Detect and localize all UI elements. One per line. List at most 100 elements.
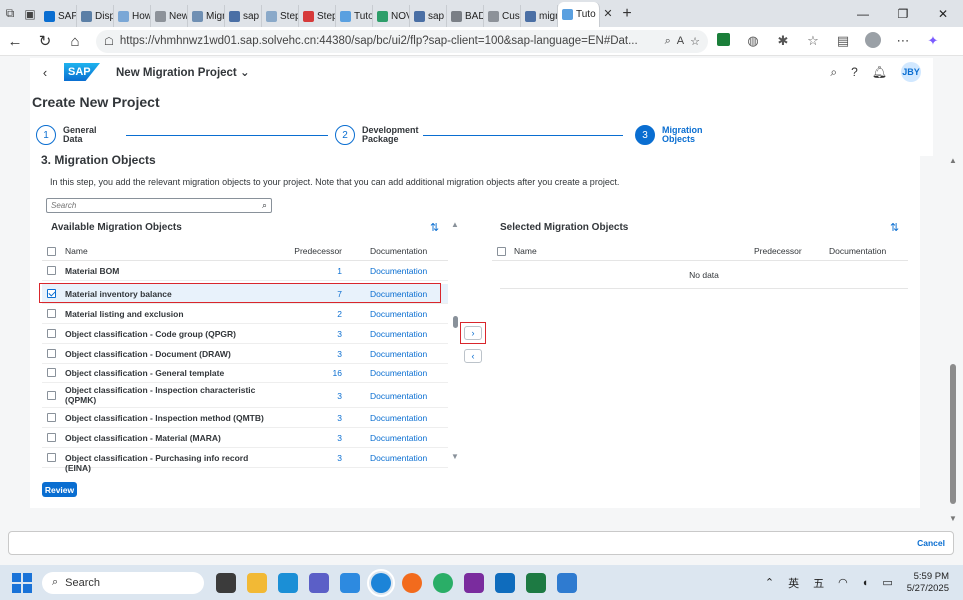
column-documentation[interactable]: Documentation xyxy=(829,246,886,256)
browser-tab[interactable]: BADI xyxy=(447,5,484,27)
read-aloud-icon[interactable]: A xyxy=(677,35,684,47)
column-name[interactable]: Name xyxy=(65,246,88,256)
favorite-star-icon[interactable]: ☆ xyxy=(690,35,700,48)
column-predecessor[interactable]: Predecessor xyxy=(754,246,802,256)
row-predecessor-link[interactable]: 3 xyxy=(337,413,342,423)
search-icon[interactable]: ⌕ xyxy=(262,200,267,211)
select-all-checkbox[interactable] xyxy=(47,247,56,256)
extension-green-icon[interactable] xyxy=(708,33,738,49)
favorites-icon[interactable]: ☆ xyxy=(798,33,828,49)
row-documentation-link[interactable]: Documentation xyxy=(370,266,427,276)
row-checkbox[interactable] xyxy=(47,433,56,442)
table-row[interactable]: Object classification - Document (DRAW) 3… xyxy=(42,344,448,364)
row-predecessor-link[interactable]: 3 xyxy=(337,391,342,401)
table-row[interactable]: Material BOM 1 Documentation xyxy=(42,261,448,281)
table-row[interactable]: Object classification - Material (MARA) 3… xyxy=(42,428,448,448)
ime-language[interactable]: 英 xyxy=(788,575,799,591)
row-predecessor-link[interactable]: 3 xyxy=(337,329,342,339)
help-icon[interactable]: ? xyxy=(851,65,858,79)
table-row[interactable]: Object classification - General template… xyxy=(42,363,448,383)
more-icon[interactable]: ⋯ xyxy=(888,33,918,49)
row-checkbox[interactable] xyxy=(47,329,56,338)
restore-icon[interactable]: ❐ xyxy=(883,7,923,21)
cancel-button[interactable]: Cancel xyxy=(917,538,945,548)
file-explorer-icon[interactable] xyxy=(247,572,267,593)
tray-chevron-up-icon[interactable]: ⌃ xyxy=(765,576,774,589)
wizard-step-general-data[interactable]: 1 General Data xyxy=(36,125,123,145)
scroll-up-icon[interactable]: ▲ xyxy=(949,156,957,165)
profile-icon[interactable] xyxy=(858,31,888,51)
wizard-step-development-package[interactable]: 2 Development Package xyxy=(335,125,422,145)
volume-icon[interactable]: ◖ xyxy=(862,577,869,589)
row-checkbox[interactable] xyxy=(47,413,56,422)
window-close-icon[interactable]: ✕ xyxy=(923,7,963,21)
copilot-icon[interactable]: ✦ xyxy=(918,33,948,49)
table-row[interactable]: Material listing and exclusion 2 Documenta… xyxy=(42,304,448,324)
table-row[interactable]: Object classification - Inspection chara… xyxy=(42,383,448,408)
row-documentation-link[interactable]: Documentation xyxy=(370,391,427,401)
row-documentation-link[interactable]: Documentation xyxy=(370,368,427,378)
url-text[interactable]: https://vhmhnwz1wd01.sap.solvehc.cn:4438… xyxy=(120,35,659,47)
extensions-puzzle-icon[interactable]: ✱ xyxy=(768,33,798,49)
minimize-icon[interactable]: — xyxy=(843,7,883,21)
app-title-menu[interactable]: New Migration Project ⌄ xyxy=(116,65,250,79)
sap-logo[interactable]: SAP xyxy=(64,63,100,81)
excel-app-icon[interactable] xyxy=(526,572,546,593)
table-row[interactable]: Object classification - Purchasing info … xyxy=(42,448,448,473)
review-button[interactable]: Review xyxy=(42,482,77,497)
row-checkbox[interactable] xyxy=(47,368,56,377)
shell-back-icon[interactable]: ‹ xyxy=(30,65,60,80)
extension-icon[interactable]: ◍ xyxy=(738,33,768,49)
teams-app-icon[interactable] xyxy=(309,572,329,593)
browser-tab[interactable]: NOV xyxy=(373,5,410,27)
row-predecessor-link[interactable]: 3 xyxy=(337,349,342,359)
refresh-icon[interactable]: ↻ xyxy=(30,32,60,50)
outlook-app-icon[interactable] xyxy=(495,572,515,593)
scroll-down-icon[interactable]: ▼ xyxy=(949,514,957,523)
column-name[interactable]: Name xyxy=(514,246,537,256)
browser-tab[interactable]: migr xyxy=(521,5,558,27)
browser-tab[interactable]: Migr xyxy=(188,5,225,27)
move-left-button[interactable]: ‹ xyxy=(464,349,482,363)
row-checkbox[interactable] xyxy=(47,349,56,358)
taskbar-search[interactable]: ⌕ Search xyxy=(42,571,204,594)
row-checkbox[interactable] xyxy=(47,309,56,318)
edge-browser-icon[interactable] xyxy=(367,568,395,597)
list-scroll-down-icon[interactable]: ▼ xyxy=(451,452,459,461)
page-scrollbar-thumb[interactable] xyxy=(950,364,956,504)
back-icon[interactable]: ← xyxy=(0,33,30,50)
terminal-app-icon[interactable] xyxy=(216,572,236,593)
taskbar-clock[interactable]: 5:59 PM 5/27/2025 xyxy=(907,571,949,595)
onenote-app-icon[interactable] xyxy=(464,572,484,593)
select-all-checkbox[interactable] xyxy=(497,247,506,256)
browser-tab[interactable]: Cust xyxy=(484,5,521,27)
notifications-bell-icon[interactable]: 🔔︎ xyxy=(872,65,887,79)
browser-tab[interactable]: New xyxy=(151,5,188,27)
browser-tab[interactable]: Tuto xyxy=(558,2,600,27)
row-predecessor-link[interactable]: 2 xyxy=(337,309,342,319)
row-checkbox[interactable] xyxy=(47,390,56,400)
ime-mode[interactable]: 五 xyxy=(813,575,824,591)
browser-tab[interactable]: sap s xyxy=(225,5,262,27)
search-field[interactable]: ⌕ xyxy=(46,198,272,213)
browser-tab[interactable]: Displ xyxy=(77,5,114,27)
column-documentation[interactable]: Documentation xyxy=(370,246,427,256)
row-documentation-link[interactable]: Documentation xyxy=(370,433,427,443)
browser-tab[interactable]: Step xyxy=(299,5,336,27)
battery-icon[interactable]: ▭ xyxy=(882,576,892,589)
table-row[interactable]: Object classification - Code group (QPGR… xyxy=(42,324,448,344)
column-predecessor[interactable]: Predecessor xyxy=(294,246,342,256)
windows-start-icon[interactable] xyxy=(12,572,32,593)
browser-tab[interactable]: How xyxy=(114,5,151,27)
user-avatar[interactable]: JBY xyxy=(901,62,921,82)
tab-actions-icon[interactable]: ▣ xyxy=(20,0,40,27)
site-info-icon[interactable]: ☖ xyxy=(104,35,114,48)
move-right-button[interactable]: › xyxy=(464,326,482,340)
address-bar[interactable]: ☖ https://vhmhnwz1wd01.sap.solvehc.cn:44… xyxy=(96,29,708,53)
new-tab-icon[interactable]: + xyxy=(616,5,638,23)
row-documentation-link[interactable]: Documentation xyxy=(370,329,427,339)
wifi-icon[interactable]: ◠ xyxy=(838,576,848,589)
store-app-icon[interactable] xyxy=(278,572,298,593)
app-icon[interactable] xyxy=(340,572,360,593)
row-documentation-link[interactable]: Documentation xyxy=(370,413,427,423)
